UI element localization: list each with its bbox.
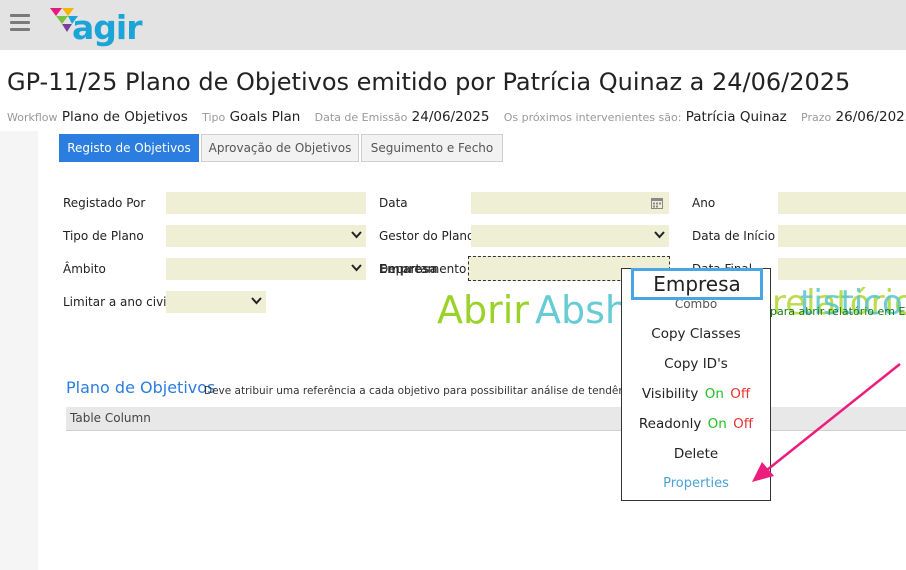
data-de-inicio-input[interactable] <box>778 225 906 247</box>
tab-seguimento-e-fecho[interactable]: Seguimento e Fecho <box>361 134 503 162</box>
gestor-do-plano-label: Gestor do Plano <box>379 229 475 243</box>
top-bar: agir <box>0 0 906 50</box>
readonly-on[interactable]: On <box>708 416 727 432</box>
data-de-inicio-label: Data de Início <box>692 229 776 243</box>
ano-label: Ano <box>692 196 716 210</box>
data-input[interactable] <box>471 192 669 214</box>
logo-text: agir <box>72 8 142 47</box>
intervenientes-label: Os próximos intervenientes são: <box>503 111 682 124</box>
chevron-down-icon <box>351 231 362 239</box>
chevron-down-icon <box>351 264 362 272</box>
table-column-header[interactable]: Table Column <box>70 411 151 425</box>
empresa-label: Empresa <box>379 262 438 276</box>
ano-input[interactable] <box>778 192 906 214</box>
section-note: Deve atribuir uma referência a cada obje… <box>204 385 666 397</box>
tipo-value: Goals Plan <box>229 109 301 125</box>
tipo-de-plano-label: Tipo de Plano <box>63 229 144 243</box>
limitar-ano-civil-select[interactable] <box>166 291 266 313</box>
prazo-label: Prazo <box>801 111 832 124</box>
hamburger-menu-icon[interactable] <box>10 14 32 34</box>
tab-aprovacao-de-objetivos[interactable]: Aprovação de Objetivos <box>201 134 359 162</box>
visibility-on[interactable]: On <box>705 386 724 402</box>
workflow-value: Plano de Objetivos <box>61 109 188 125</box>
data-final-input[interactable] <box>778 258 906 280</box>
annotation-arrow-icon <box>752 363 901 482</box>
tipo-de-plano-select[interactable] <box>166 225 366 247</box>
tipo-label: Tipo <box>202 111 226 124</box>
context-menu-header: Empresa <box>631 268 763 300</box>
data-label: Data <box>379 196 408 210</box>
visibility-label: Visibility <box>641 386 699 402</box>
menu-item-copy-classes[interactable]: Copy Classes <box>622 326 770 342</box>
registado-por-label: Registado Por <box>63 196 146 210</box>
intervenientes-value: Patrícia Quinaz <box>685 109 787 125</box>
emissao-value: 24/06/2025 <box>411 109 490 125</box>
calendar-icon[interactable] <box>651 197 663 209</box>
gestor-do-plano-select[interactable] <box>471 225 669 247</box>
emissao-label: Data de Emissão <box>314 111 408 124</box>
ambito-select[interactable] <box>166 258 366 280</box>
ambito-label: Âmbito <box>63 262 106 276</box>
tab-bar: Registo de Objetivos Aprovação de Objeti… <box>59 134 505 162</box>
app-logo[interactable]: agir <box>48 4 142 48</box>
absh-text[interactable]: Absh <box>535 288 629 332</box>
left-sidebar <box>0 131 38 570</box>
readonly-label: Readonly <box>638 416 702 432</box>
workflow-meta: Workflow Plano de Objetivos Tipo Goals P… <box>7 109 906 125</box>
limitar-ano-civil-label: Limitar a ano civil? <box>63 295 177 309</box>
abrir-relatorio-text[interactable]: Abrir <box>437 288 529 332</box>
tab-registo-de-objetivos[interactable]: Registo de Objetivos <box>59 134 199 162</box>
prazo-value: 26/06/2025 <box>835 109 906 125</box>
registado-por-input[interactable] <box>166 192 366 214</box>
page-title: GP-11/25 Plano de Objetivos emitido por … <box>7 68 851 96</box>
chevron-down-icon <box>251 297 262 305</box>
workflow-label: Workflow <box>7 111 58 124</box>
chevron-down-icon <box>654 231 665 239</box>
section-title: Plano de Objetivos <box>66 378 216 397</box>
excel-report-tip[interactable]: para abrir relatório em Excel <box>770 305 906 318</box>
